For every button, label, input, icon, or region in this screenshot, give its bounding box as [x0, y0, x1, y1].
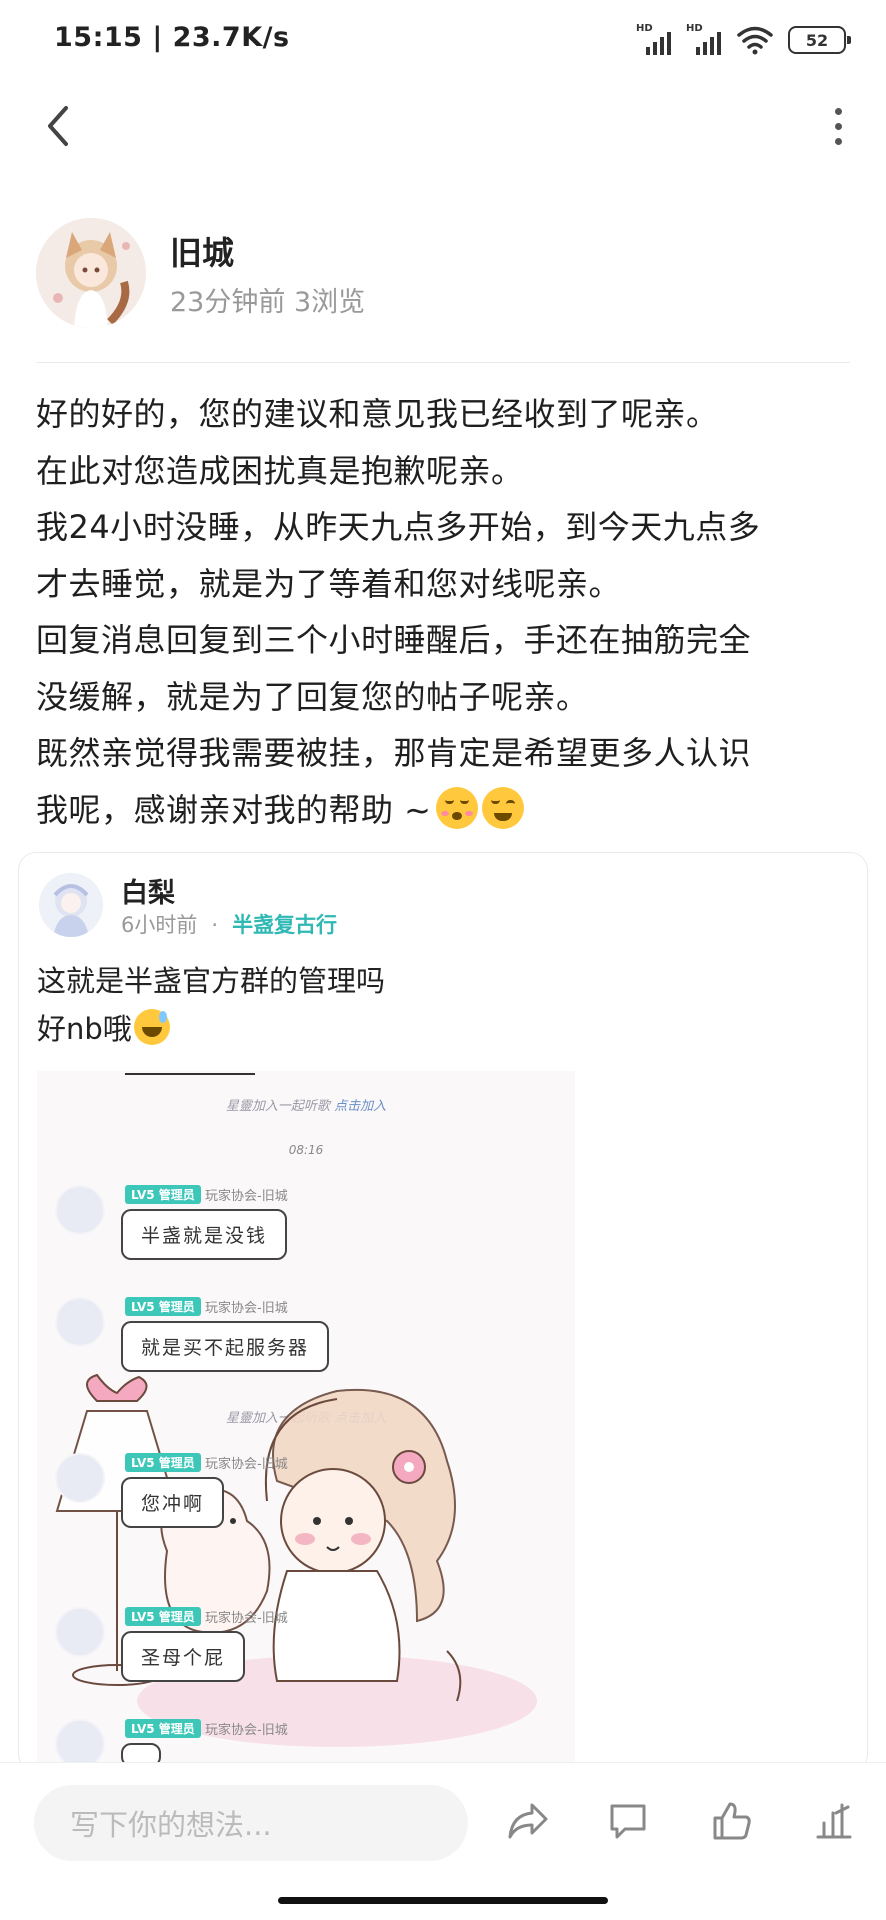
chat-sender: 玩家协会-旧城	[205, 1301, 288, 1316]
post-line: 既然亲觉得我需要被挂，那肯定是希望更多人认识	[36, 734, 752, 772]
winking-face-emoji	[481, 786, 524, 829]
sweat-smile-emoji	[133, 1009, 170, 1045]
more-vertical-icon	[834, 107, 842, 115]
like-button[interactable]	[704, 1793, 760, 1849]
chat-bubble: 圣母个屁	[121, 1631, 246, 1682]
signal-icon: HD	[686, 23, 722, 55]
more-options-button[interactable]	[810, 98, 866, 154]
chat-sender: 玩家协会-旧城	[205, 1189, 288, 1204]
top-navigation	[0, 88, 886, 162]
level-badge: LV5 管理员	[125, 1607, 201, 1626]
avatar	[55, 1185, 105, 1235]
chat-sender: 玩家协会-旧城	[205, 1611, 288, 1626]
post-line: 好的好的，您的建议和意见我已经收到了呢亲。	[36, 395, 719, 433]
comment-icon	[610, 1804, 646, 1839]
back-button[interactable]	[30, 98, 86, 154]
like-icon	[713, 1802, 751, 1840]
stats-button[interactable]	[806, 1793, 862, 1849]
post-meta: 23分钟前 3浏览	[170, 287, 366, 318]
image-top-line	[125, 1073, 255, 1075]
status-icons: HD HD 52	[636, 23, 851, 56]
attached-image[interactable]: 星靈加入一起听歌 点击加入 08:16 LV5 管理员 玩家协会-旧城 半盏就是…	[37, 1071, 575, 1771]
meta-separator: ·	[211, 913, 219, 937]
quoted-author-name[interactable]: 白梨	[121, 871, 175, 910]
post-author: 旧城 23分钟前 3浏览	[36, 218, 850, 328]
chat-sender: 玩家协会-旧城	[205, 1457, 288, 1472]
level-badge: LV5 管理员	[125, 1719, 201, 1738]
quoted-post-card[interactable]: 白梨 6小时前 · 半盏复古行 这就是半盏官方群的管理吗 好nb哦 星靈加入一起听歌…	[18, 852, 868, 1772]
post-line: 回复消息回复到三个小时睡醒后，手还在抽筋完全	[36, 621, 752, 659]
post-line: 才去睡觉，就是为了等着和您对线呢亲。	[36, 564, 622, 603]
share-icon	[508, 1803, 548, 1839]
author-name[interactable]: 旧城	[170, 228, 234, 274]
level-badge: LV5 管理员	[125, 1453, 201, 1472]
post-line: 我呢，感谢亲对我的帮助 ~	[36, 790, 432, 829]
signal-icon: HD	[636, 23, 672, 55]
share-button[interactable]	[500, 1793, 556, 1849]
girl-with-puppy-illustration	[55, 1373, 537, 1747]
chat-bubble: 就是买不起服务器	[121, 1321, 330, 1372]
join-notice: 星靈加入一起听歌 点击加入	[225, 1099, 387, 1114]
level-badge: LV5 管理员	[125, 1297, 201, 1316]
status-bar: 15:15 | 23.7K/s HD HD 52	[0, 0, 886, 80]
avatar	[55, 1607, 105, 1657]
comment-input[interactable]: 写下你的想法...	[34, 1785, 468, 1861]
quoted-time: 6小时前	[121, 913, 198, 937]
avatar	[55, 1297, 105, 1347]
chat-sender: 玩家协会-旧城	[205, 1723, 288, 1738]
chat-message: LV5 管理员 玩家协会-旧城 您冲啊	[55, 1453, 355, 1543]
avatar	[55, 1453, 105, 1503]
battery-indicator: 52	[788, 26, 851, 54]
chat-bubble: 您冲啊	[121, 1477, 225, 1528]
post-line: 我24小时没睡，从昨天九点多开始，到今天九点多	[36, 508, 761, 546]
avatar[interactable]	[39, 873, 103, 937]
quoted-line: 这就是半盏官方群的管理吗	[37, 964, 386, 998]
quoted-line: 好nb哦	[37, 1012, 132, 1046]
level-badge: LV5 管理员	[125, 1185, 201, 1204]
divider	[36, 362, 850, 363]
post-line-last: 我呢，感谢亲对我的帮助 ~	[36, 782, 856, 839]
wifi-icon	[737, 26, 773, 55]
quoted-meta: 6小时前 · 半盏复古行	[121, 909, 337, 939]
chat-bubble: 半盏就是没钱	[121, 1209, 288, 1260]
avatar[interactable]	[36, 218, 146, 328]
circle-link[interactable]: 半盏复古行	[232, 913, 337, 937]
kissing-face-emoji	[435, 786, 478, 829]
quoted-text: 这就是半盏官方群的管理吗 好nb哦	[37, 957, 385, 1053]
home-indicator[interactable]	[278, 1897, 608, 1904]
chevron-left-icon	[48, 106, 68, 146]
post-line: 没缓解，就是为了回复您的帖子呢亲。	[36, 677, 589, 716]
comment-button[interactable]	[600, 1793, 656, 1849]
chat-message: LV5 管理员 玩家协会-旧城 半盏就是没钱	[55, 1185, 355, 1275]
stats-icon	[816, 1803, 852, 1839]
chat-message: LV5 管理员 玩家协会-旧城 圣母个屁	[55, 1607, 355, 1697]
post-line: 在此对您造成困扰真是抱歉呢亲。	[36, 451, 524, 490]
post-content: 好的好的，您的建议和意见我已经收到了呢亲。 在此对您造成困扰真是抱歉呢亲。 我2…	[36, 386, 856, 838]
chat-time: 08:16	[288, 1143, 324, 1157]
status-time: 15:15 | 23.7K/s	[54, 22, 290, 53]
bottom-action-bar: 写下你的想法...	[0, 1762, 886, 1886]
